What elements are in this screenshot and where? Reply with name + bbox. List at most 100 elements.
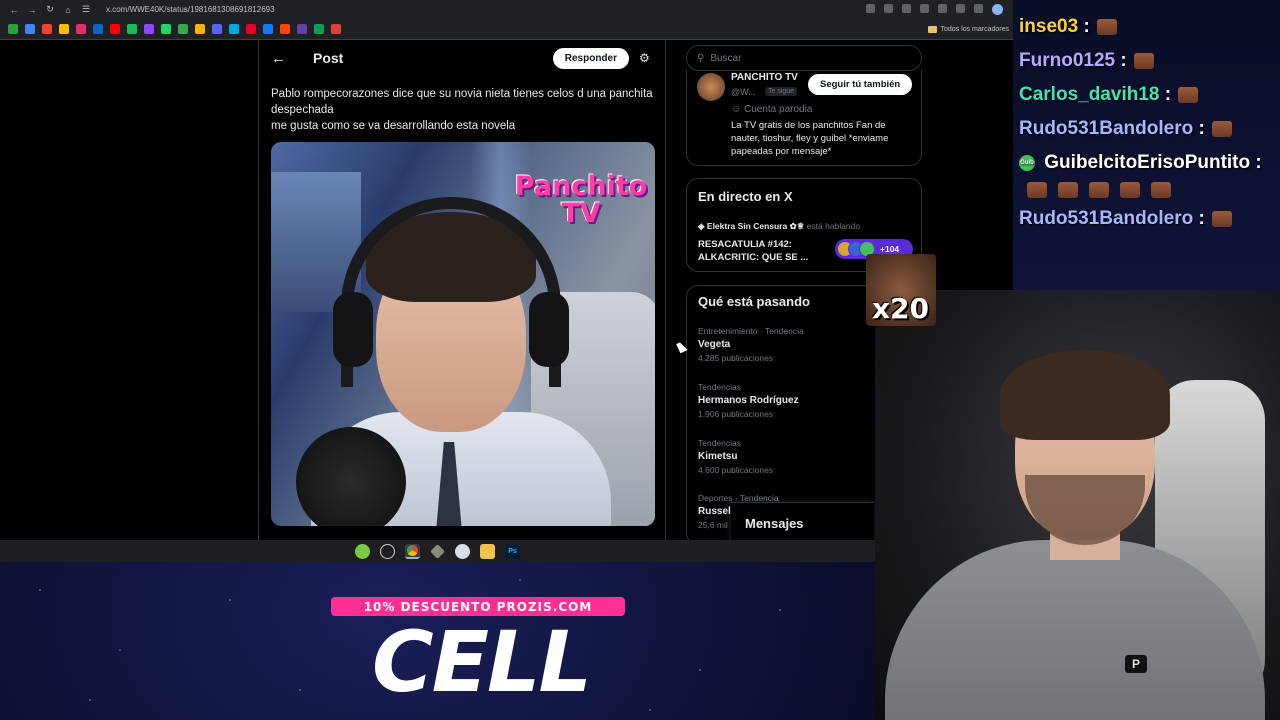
trend-item[interactable]: Tendencias Kimetsu 4.600 publicaciones: [698, 438, 898, 475]
bookmark-favicon-icon[interactable]: [8, 24, 18, 34]
follow-button[interactable]: Seguir tú también: [808, 74, 913, 95]
cast-icon[interactable]: [866, 4, 875, 13]
bookmark-favicon-icon[interactable]: [93, 24, 103, 34]
stream-scene: ← → ↻ ⌂ ☰ x.com/WWE40K/status/1981681308…: [0, 0, 1280, 720]
sliders-icon[interactable]: ⚙: [639, 51, 653, 65]
search-box[interactable]: ⚲ Buscar: [686, 45, 922, 71]
app-green-icon[interactable]: [355, 543, 370, 559]
chat-separator: :: [1120, 50, 1127, 71]
host-name: Elektra Sin Censura: [706, 221, 788, 231]
profile-avatar-icon[interactable]: [992, 4, 1003, 15]
reload-icon[interactable]: ↻: [44, 4, 56, 15]
extension-icon[interactable]: [920, 4, 929, 13]
bookmark-favicon-icon[interactable]: [76, 24, 86, 34]
bookmark-favicon-icon[interactable]: [161, 24, 171, 34]
photoshop-icon[interactable]: Ps: [505, 543, 520, 559]
listeners-count: +104: [880, 244, 900, 254]
messages-drawer[interactable]: Mensajes: [731, 502, 874, 540]
chrome-logo-icon: [407, 544, 418, 556]
address-bar[interactable]: x.com/WWE40K/status/1981681308691812693: [106, 5, 860, 14]
butterfly-icon: ✿♕: [789, 221, 807, 231]
bookmark-favicon-icon[interactable]: [229, 24, 239, 34]
search-icon: ⚲: [697, 52, 705, 64]
star-icon[interactable]: [902, 4, 911, 13]
chat-message: Guib GuibelcitoErisoPuntito :: [1019, 146, 1280, 180]
chat-user: GuibelcitoErisoPuntito: [1044, 152, 1251, 173]
bookmark-favicon-icon[interactable]: [25, 24, 35, 34]
profile-name[interactable]: PANCHITO TV: [731, 72, 798, 83]
avatar[interactable]: [697, 73, 725, 101]
bookmark-favicon-icon[interactable]: [144, 24, 154, 34]
chat-separator: :: [1083, 16, 1090, 37]
bookmark-favicon-icon[interactable]: [246, 24, 256, 34]
bookmark-list: [8, 24, 341, 34]
browser-chrome: ← → ↻ ⌂ ☰ x.com/WWE40K/status/1981681308…: [0, 0, 1013, 40]
host-icon: ◈: [698, 221, 707, 231]
trend-item[interactable]: Entretenimiento · Tendencia Vegeta 4.285…: [698, 326, 898, 363]
address-row: ← → ↻ ⌂ ☰ x.com/WWE40K/status/1981681308…: [0, 0, 1013, 19]
tweet-line: Pablo rompecorazones dice que su novia n…: [271, 88, 653, 116]
chat-user: Furno0125: [1019, 50, 1116, 71]
back-icon[interactable]: ←: [8, 5, 20, 15]
bookmark-favicon-icon[interactable]: [280, 24, 290, 34]
profile-handle: @W...: [731, 87, 756, 97]
extension-icon[interactable]: [938, 4, 947, 13]
trend-category: Entretenimiento · Tendencia: [698, 326, 804, 336]
puzzle-icon[interactable]: [956, 4, 965, 13]
folder-icon: [927, 25, 937, 33]
stream-chat: inse03 : Furno0125 : Carlos_davih18 : Ru…: [1013, 0, 1280, 290]
chrome-icon[interactable]: [405, 543, 420, 559]
site-info-icon[interactable]: ☰: [80, 4, 92, 15]
follows-you-badge: Te sigue: [765, 87, 798, 96]
bookmarks-folder[interactable]: Todos los marcadores: [927, 25, 1013, 33]
emote-row: [1019, 182, 1280, 198]
bookmark-favicon-icon[interactable]: [42, 24, 52, 34]
mask-icon: ☺: [731, 104, 744, 115]
bookmark-favicon-icon[interactable]: [263, 24, 273, 34]
page-title: Post: [313, 50, 344, 66]
browser-actions: [866, 4, 1013, 15]
emote-multiplier: x20: [872, 292, 930, 325]
clock-icon[interactable]: [380, 543, 395, 559]
trend-item[interactable]: Tendencias Hermanos Rodríguez 1.906 publ…: [698, 382, 898, 419]
chat-user: Carlos_davih18: [1019, 84, 1160, 105]
folder-icon[interactable]: [480, 543, 495, 559]
bookmark-favicon-icon[interactable]: [314, 24, 324, 34]
globe-icon[interactable]: [455, 543, 470, 559]
reply-button[interactable]: Responder: [552, 47, 629, 69]
back-arrow-icon[interactable]: ←: [271, 50, 293, 67]
zoom-icon[interactable]: [884, 4, 893, 13]
emote-combo: x20: [866, 254, 936, 326]
chat-message: Rudo531Bandolero :: [1019, 202, 1280, 236]
bookmark-favicon-icon[interactable]: [297, 24, 307, 34]
bookmark-favicon-icon[interactable]: [178, 24, 188, 34]
emote-icon: [1151, 182, 1171, 198]
live-host: ◈ Elektra Sin Censura ✿♕ está hablando: [698, 221, 860, 232]
video-player[interactable]: Panchito TV: [271, 142, 655, 526]
bookmark-favicon-icon[interactable]: [59, 24, 69, 34]
trend-name: Hermanos Rodríguez: [698, 395, 799, 406]
bookmark-favicon-icon[interactable]: [212, 24, 222, 34]
bookmark-favicon-icon[interactable]: [195, 24, 205, 34]
profile-card: PANCHITO TV @W... Te sigue Seguir tú tam…: [686, 70, 922, 166]
bookmark-favicon-icon[interactable]: [127, 24, 137, 34]
x-page: ← Post Responder ⚙ Pablo rompecorazones …: [0, 40, 1013, 540]
trend-count: 4.285 publicaciones: [698, 353, 774, 363]
bookmarks-folder-label: Todos los marcadores: [940, 25, 1009, 33]
live-title: En directo en X: [698, 189, 793, 204]
forward-icon[interactable]: →: [26, 5, 38, 15]
emote-icon: [1212, 120, 1233, 137]
microphone-shape: [296, 427, 406, 526]
emote-icon: [1097, 18, 1118, 35]
chat-user: inse03: [1019, 16, 1079, 37]
bookmark-favicon-icon[interactable]: [110, 24, 120, 34]
home-icon[interactable]: ⌂: [62, 5, 74, 15]
post-column: ← Post Responder ⚙ Pablo rompecorazones …: [258, 40, 666, 540]
trend-count: 1.906 publicaciones: [698, 409, 774, 419]
earcup-shape: [529, 292, 569, 367]
live-topic: RESACATULIA #142: ALKACRITIC: QUE SE ...: [698, 239, 809, 263]
taskbar: Ps: [0, 540, 875, 562]
tool-icon[interactable]: [430, 543, 445, 559]
media-icon[interactable]: [974, 4, 983, 13]
bookmark-favicon-icon[interactable]: [331, 24, 341, 34]
